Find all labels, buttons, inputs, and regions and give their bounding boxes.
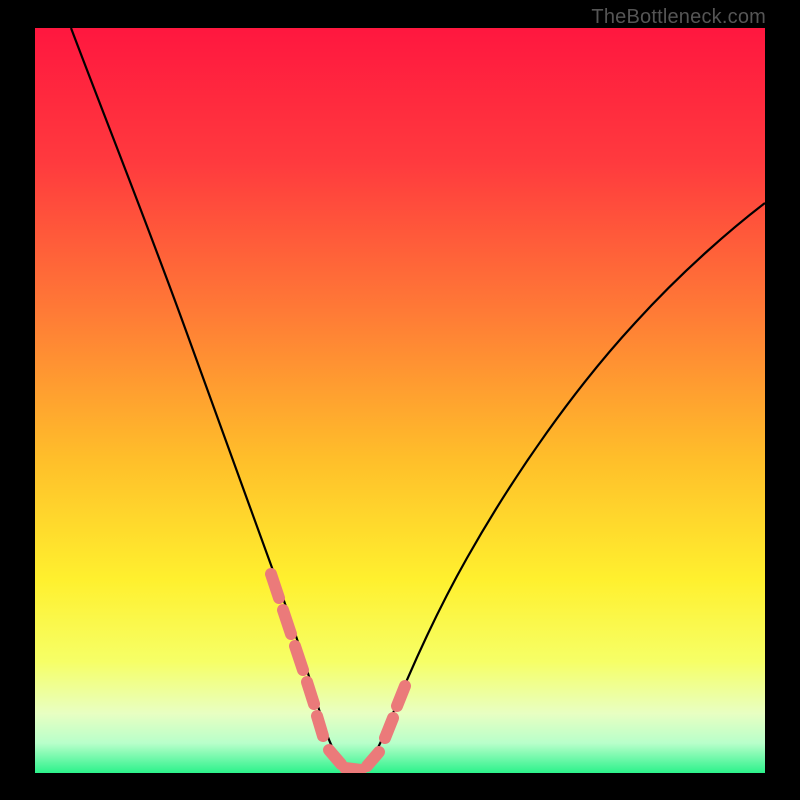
watermark-text: TheBottleneck.com <box>591 6 766 29</box>
plot-area <box>35 28 765 773</box>
accent-right <box>385 686 405 738</box>
bottleneck-curve <box>35 28 765 773</box>
chart-container: TheBottleneck.com <box>0 0 800 800</box>
accent-floor <box>329 750 379 770</box>
curve-path <box>71 28 765 770</box>
accent-left <box>271 574 323 736</box>
